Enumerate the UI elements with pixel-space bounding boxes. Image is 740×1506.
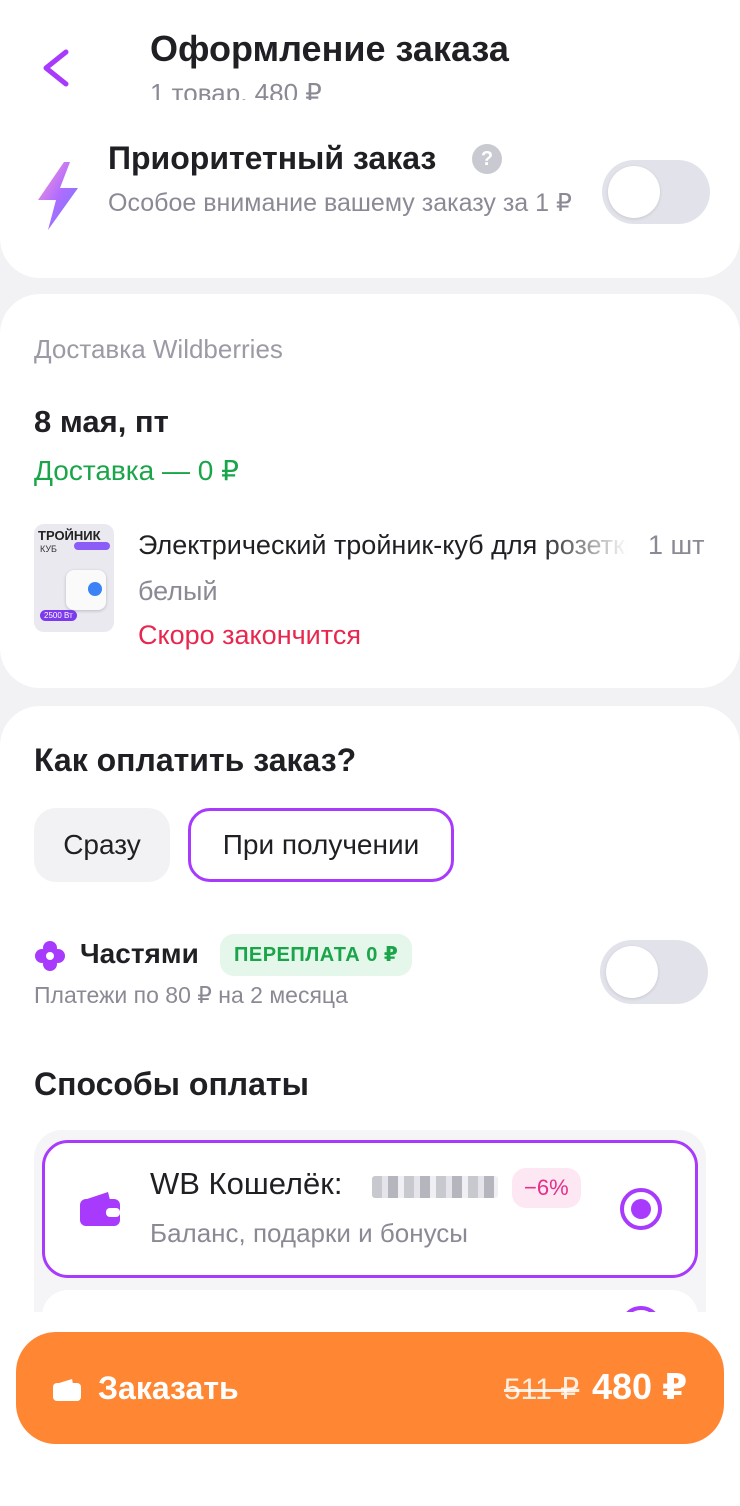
payment-title: Как оплатить заказ? xyxy=(34,742,357,778)
pay-now-option[interactable]: Сразу xyxy=(34,808,170,882)
wallet-icon xyxy=(53,1379,81,1401)
thumbnail-text: ТРОЙНИК xyxy=(38,528,101,543)
masked-balance xyxy=(372,1176,498,1198)
wallet-title: WB Кошелёк: xyxy=(150,1166,343,1201)
installments-title: Частями xyxy=(80,938,199,969)
payment-methods-title: Способы оплаты xyxy=(34,1066,309,1102)
lightning-icon xyxy=(38,162,78,230)
total-price: 480 ₽ xyxy=(592,1366,688,1407)
delivery-date: 8 мая, пт xyxy=(34,404,169,439)
help-icon[interactable]: ? xyxy=(472,144,502,174)
priority-order-toggle[interactable] xyxy=(602,160,710,224)
product-thumbnail[interactable]: ТРОЙНИК КУБ 2500 Вт xyxy=(34,524,114,632)
wallet-discount-badge: −6% xyxy=(512,1168,581,1208)
old-price: 511 ₽ xyxy=(504,1373,580,1406)
thumbnail-subtext: КУБ xyxy=(40,544,57,554)
wallet-description: Баланс, подарки и бонусы xyxy=(150,1218,468,1248)
installments-toggle[interactable] xyxy=(600,940,708,1004)
thumbnail-power-badge: 2500 Вт xyxy=(40,610,77,621)
delivery-cost: Доставка — 0 ₽ xyxy=(34,455,239,486)
priority-order-title: Приоритетный заказ xyxy=(108,140,437,176)
wallet-payment-option[interactable] xyxy=(42,1140,698,1278)
product-color: белый xyxy=(138,576,218,606)
back-arrow-icon[interactable] xyxy=(36,44,80,92)
toggle-knob xyxy=(606,946,658,998)
thumbnail-bar xyxy=(74,542,110,550)
delivery-provider-label: Доставка Wildberries xyxy=(34,334,283,364)
wallet-icon xyxy=(80,1192,120,1226)
installments-icon xyxy=(35,941,65,971)
low-stock-warning: Скоро закончится xyxy=(138,620,361,650)
page-title: Оформление заказа xyxy=(150,28,509,69)
order-button-label: Заказать xyxy=(98,1370,239,1406)
wallet-radio-selected[interactable] xyxy=(620,1188,662,1230)
toggle-knob xyxy=(608,166,660,218)
priority-order-description: Особое внимание вашему заказу за 1 ₽ xyxy=(108,189,572,217)
overpayment-badge: ПЕРЕПЛАТА 0 ₽ xyxy=(220,934,413,976)
installments-description: Платежи по 80 ₽ на 2 месяца xyxy=(34,982,348,1008)
product-quantity: 1 шт xyxy=(648,530,705,560)
thumbnail-product-shape xyxy=(66,570,106,610)
product-name[interactable]: Электрический тройник-куб для розетки xyxy=(138,530,628,561)
pay-on-delivery-option[interactable]: При получении xyxy=(188,808,454,882)
